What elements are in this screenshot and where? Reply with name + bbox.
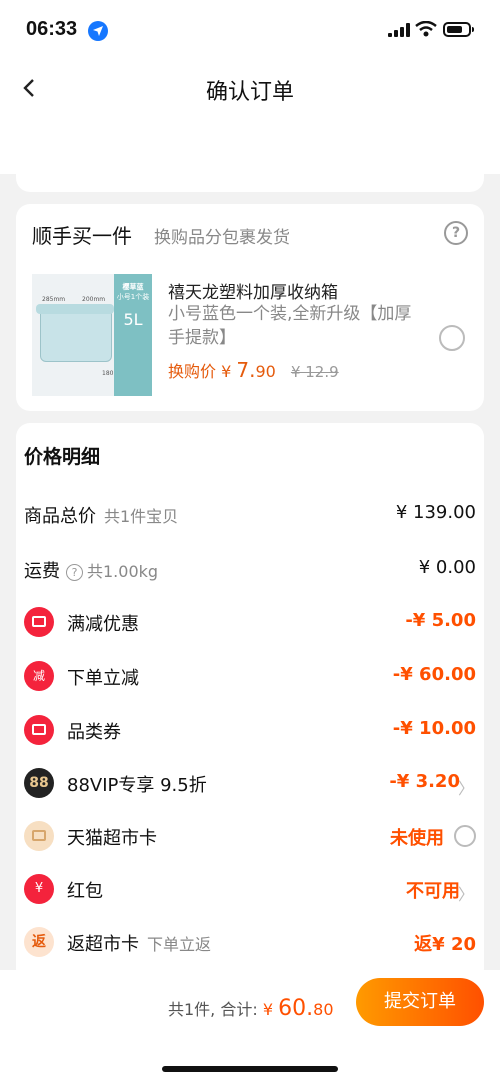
- dim-width: 285mm: [42, 296, 66, 303]
- addon-purchase-card: 顺手买一件 换购品分包裹发货 ? 285mm 200mm 180mm 樱草蓝 小…: [16, 204, 484, 411]
- old-price: ¥ 12.9: [290, 363, 339, 381]
- row-cashback-card: 返 返超市卡 下单立返 返¥ 20: [16, 922, 484, 962]
- row-value: -¥ 60.00: [392, 664, 476, 685]
- 88vip-icon: 88: [24, 768, 54, 798]
- price-label: 换购价: [168, 362, 217, 381]
- row-red-packet[interactable]: ¥ 红包 不可用 〉: [16, 869, 484, 909]
- row-value: -¥ 10.00: [392, 718, 476, 739]
- addon-subtitle: 换购品分包裹发货: [154, 228, 290, 248]
- help-icon[interactable]: ?: [444, 221, 468, 245]
- coupon-icon: [24, 607, 54, 637]
- order-total: 共1件, 合计: ¥ 60.80: [168, 996, 334, 1021]
- addon-title: 顺手买一件: [32, 224, 132, 248]
- price-integer: 7.: [236, 358, 256, 382]
- row-category-coupon: 品类券 -¥ 10.00: [16, 710, 484, 750]
- image-capacity: 5L: [123, 310, 143, 329]
- submit-order-button[interactable]: 提交订单: [356, 978, 484, 1026]
- row-label: 满减优惠: [67, 614, 139, 635]
- row-label: 品类券: [67, 722, 121, 743]
- battery-icon: [443, 22, 474, 37]
- row-label: 下单立减: [67, 668, 139, 689]
- row-label: 红包: [67, 881, 103, 902]
- product-name[interactable]: 禧天龙塑料加厚收纳箱: [168, 278, 428, 303]
- status-time: 06:33: [26, 18, 78, 40]
- row-value: ¥ 0.00: [418, 557, 476, 578]
- total-amount: ¥ 60.80: [262, 996, 334, 1021]
- row-sub: 共1.00kg: [87, 562, 159, 581]
- row-value: ¥ 139.00: [395, 502, 476, 523]
- row-label: 返超市卡 下单立返: [67, 934, 212, 955]
- image-size-tag: 小号1个装: [116, 293, 150, 301]
- coupon-icon: [24, 715, 54, 745]
- row-sub: 共1件宝贝: [104, 507, 179, 526]
- row-value: 返¥ 20: [414, 934, 476, 955]
- price-fraction: 90: [255, 362, 276, 381]
- image-brand: 樱草蓝: [122, 283, 144, 291]
- dim-depth: 200mm: [82, 296, 106, 303]
- chevron-right-icon: 〉: [457, 885, 474, 904]
- row-goods-total: 商品总价 共1件宝贝 ¥ 139.00: [16, 494, 484, 534]
- row-order-discount: 减 下单立减 -¥ 60.00: [16, 656, 484, 696]
- item-count: 共1件,: [168, 1000, 216, 1019]
- product-image[interactable]: 285mm 200mm 180mm 樱草蓝 小号1个装 5L: [32, 274, 152, 396]
- row-sub: 下单立返: [147, 935, 212, 954]
- row-full-reduction: 满减优惠 -¥ 5.00: [16, 602, 484, 642]
- price-currency: ¥: [221, 362, 232, 381]
- storage-box-lid: [36, 304, 114, 314]
- nav-bar: 确认订单: [0, 62, 500, 174]
- status-bar: 06:33: [0, 0, 500, 62]
- red-packet-icon: ¥: [24, 874, 54, 904]
- home-indicator: [162, 1066, 338, 1072]
- row-shipping: 运费? 共1.00kg ¥ 0.00: [16, 549, 484, 589]
- product-desc: 小号蓝色一个装,全新升级【加厚手提款】: [168, 304, 412, 348]
- price-detail-title: 价格明细: [24, 446, 101, 468]
- row-value: -¥ 3.20: [389, 771, 460, 792]
- card-icon: [24, 821, 54, 851]
- discount-icon: 减: [24, 661, 54, 691]
- row-tmall-card: 天猫超市卡 未使用: [16, 816, 484, 856]
- row-88vip[interactable]: 88 88VIP专享 9.5折 -¥ 3.20 〉: [16, 763, 484, 803]
- row-value: 不可用: [406, 881, 460, 902]
- previous-card-edge: [16, 174, 484, 192]
- chevron-right-icon: 〉: [457, 779, 474, 798]
- page-title: 确认订单: [205, 80, 294, 105]
- row-value: 未使用: [390, 828, 444, 849]
- row-value: -¥ 5.00: [405, 610, 476, 631]
- storage-box-graphic: [40, 308, 112, 362]
- total-label: 合计:: [220, 1000, 258, 1019]
- cashback-icon: 返: [24, 927, 54, 957]
- row-label: 商品总价 共1件宝贝: [24, 506, 179, 527]
- row-label: 运费? 共1.00kg: [24, 561, 159, 582]
- tmall-card-radio[interactable]: [454, 825, 476, 847]
- shipping-help-icon[interactable]: ?: [66, 564, 83, 581]
- location-arrow-icon: [88, 21, 108, 41]
- row-label: 天猫超市卡: [67, 828, 157, 849]
- wifi-icon: [415, 21, 437, 37]
- row-label: 88VIP专享 9.5折: [67, 775, 207, 796]
- price-detail-card: 价格明细 商品总价 共1件宝贝 ¥ 139.00 运费? 共1.00kg ¥ 0.0…: [16, 423, 484, 983]
- product-price: 换购价 ¥ 7.90 ¥ 12.9: [168, 358, 339, 382]
- addon-select-radio[interactable]: [439, 325, 465, 351]
- product-image-side-panel: 樱草蓝 小号1个装 5L: [114, 274, 152, 396]
- signal-icon: [388, 23, 410, 37]
- bottom-bar: 共1件, 合计: ¥ 60.80 提交订单: [0, 970, 500, 1083]
